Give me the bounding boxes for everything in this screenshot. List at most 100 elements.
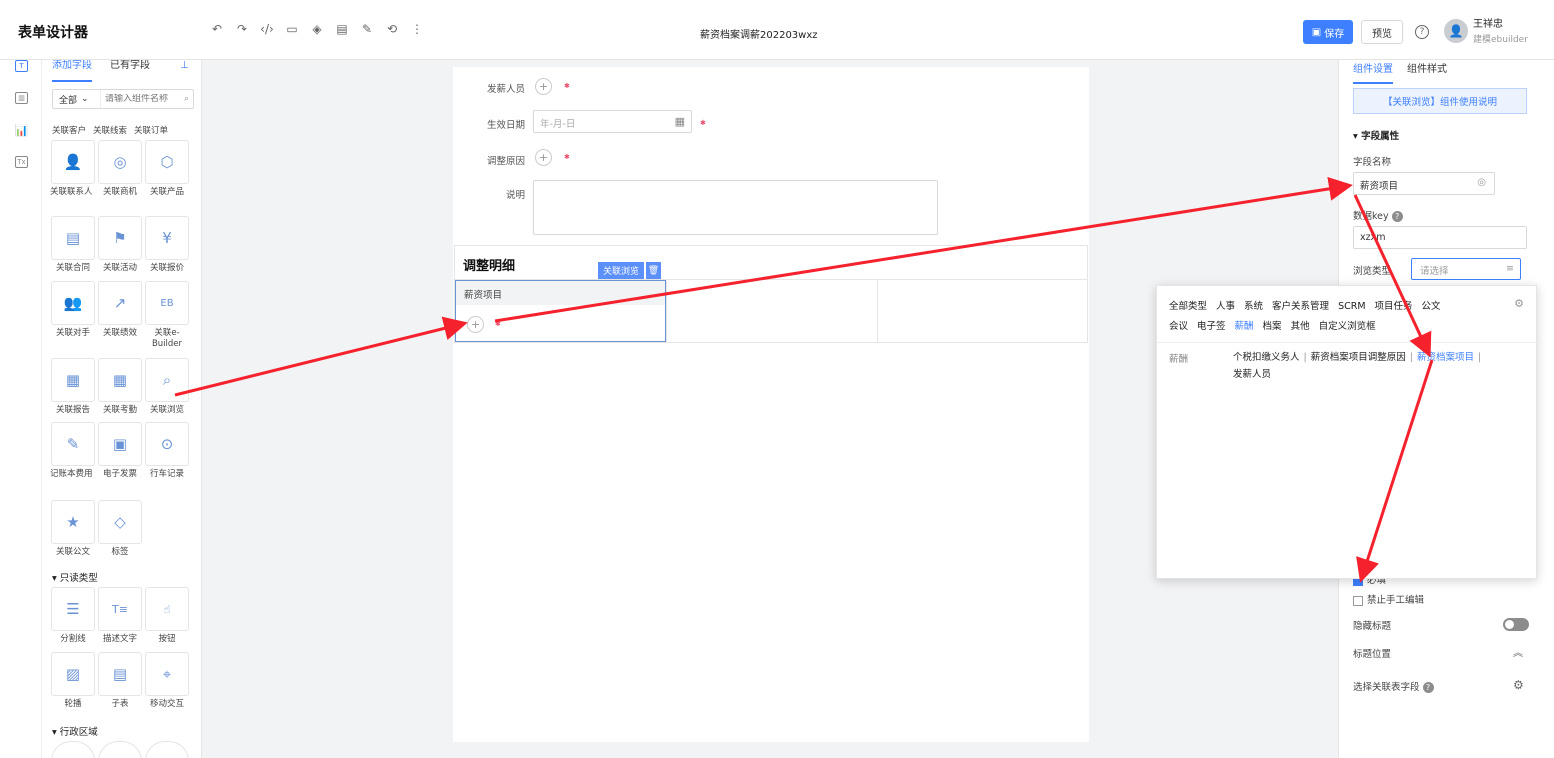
forbid-manual-checkbox[interactable]: [1353, 595, 1363, 606]
component-related-document[interactable]: ★ 关联公文: [50, 500, 96, 558]
component-related-report[interactable]: ▦ 关联报告: [50, 358, 96, 416]
data-key-input[interactable]: xzxm: [1353, 226, 1527, 249]
component-related-quote[interactable]: ¥ 关联报价: [144, 216, 190, 274]
date-input[interactable]: 年-月-日 ▦: [533, 110, 692, 133]
option-item[interactable]: 发薪人员: [1233, 369, 1271, 380]
component-einvoice[interactable]: ▣ 电子发票: [97, 422, 143, 480]
usage-guide-link[interactable]: 【关联浏览】组件使用说明: [1353, 88, 1527, 114]
component-type-tag[interactable]: 关联浏览: [598, 262, 645, 279]
category-project[interactable]: 项目任务: [1375, 297, 1413, 317]
search-icon[interactable]: ⌕: [184, 94, 193, 104]
redo-icon[interactable]: ↷: [235, 22, 249, 36]
category-meeting[interactable]: 会议: [1169, 317, 1188, 337]
component-description[interactable]: T≡ 描述文字: [97, 587, 143, 645]
component-label[interactable]: 关联线索: [93, 124, 127, 136]
tab-existing-field[interactable]: 已有字段: [110, 60, 150, 82]
help-icon[interactable]: ?: [1422, 682, 1434, 693]
component-subtable[interactable]: ▤ 子表: [97, 652, 143, 710]
component-related-performance[interactable]: ↗ 关联绩效: [97, 281, 143, 339]
component-mobile-interaction[interactable]: ⌖ 移动交互: [144, 652, 190, 710]
category-scrm[interactable]: SCRM: [1338, 297, 1365, 317]
component-related-activity[interactable]: ⚑ 关联活动: [97, 216, 143, 274]
add-icon[interactable]: +: [535, 149, 552, 166]
gear-icon[interactable]: ⚙: [1513, 678, 1524, 692]
component-related-contact[interactable]: 👤 关联联系人: [50, 140, 96, 198]
section-readonly[interactable]: ▾ 只读类型: [52, 570, 98, 584]
region-icon[interactable]: [98, 741, 142, 758]
subtable-column-selected[interactable]: 薪资项目 + ✱: [455, 280, 666, 342]
layout-icon[interactable]: ▥: [15, 92, 28, 104]
data-icon[interactable]: ▤: [335, 22, 349, 36]
help-icon[interactable]: ?: [1391, 211, 1403, 222]
user-name[interactable]: 王祥忠: [1473, 19, 1503, 31]
category-document[interactable]: 公文: [1422, 297, 1441, 317]
category-other[interactable]: 其他: [1291, 317, 1310, 337]
undo-icon[interactable]: ↶: [210, 22, 224, 36]
help-icon[interactable]: ?: [1415, 25, 1429, 39]
option-item[interactable]: 个税扣缴义务人: [1233, 352, 1300, 363]
category-crm[interactable]: 客户关系管理: [1272, 297, 1329, 317]
hide-title-toggle[interactable]: [1503, 618, 1529, 631]
category-hr[interactable]: 人事: [1216, 297, 1235, 317]
template-icon[interactable]: ▭: [285, 22, 299, 36]
avatar[interactable]: 👤: [1444, 19, 1468, 43]
component-related-opportunity[interactable]: ◎ 关联商机: [97, 140, 143, 198]
pin-icon[interactable]: ⊥: [180, 60, 189, 71]
component-label: 关联产品: [149, 187, 184, 197]
component-related-product[interactable]: ⬡ 关联产品: [144, 140, 190, 198]
more-icon[interactable]: ⋮: [410, 22, 424, 36]
delete-icon[interactable]: 🗑: [646, 262, 662, 279]
subtable-column-header: 薪资项目: [456, 281, 665, 305]
component-tag[interactable]: ◇ 标签: [97, 500, 143, 558]
field-name-input[interactable]: 薪资项目 ◎: [1353, 172, 1495, 195]
history-icon[interactable]: ⟲: [385, 22, 399, 36]
component-search-input[interactable]: [101, 94, 184, 104]
component-label: 描述文字: [102, 634, 137, 644]
add-icon[interactable]: +: [535, 78, 552, 95]
section-field-properties[interactable]: ▾ 字段属性: [1353, 128, 1399, 142]
component-related-ebuilder[interactable]: EB 关联e-Builder: [144, 281, 190, 350]
edit-icon[interactable]: ✎: [360, 22, 374, 36]
component-related-browse[interactable]: ⌕ 关联浏览: [144, 358, 190, 416]
globe-icon[interactable]: ◎: [1477, 177, 1486, 188]
component-label[interactable]: 关联订单: [134, 124, 168, 136]
description-textarea[interactable]: [533, 180, 938, 235]
text-field-icon[interactable]: T: [15, 60, 28, 72]
add-icon[interactable]: +: [467, 316, 484, 333]
option-item-highlighted[interactable]: 薪资档案项目: [1417, 352, 1474, 363]
region-icon[interactable]: [51, 741, 95, 758]
type-select[interactable]: 全部 ⌄: [53, 90, 101, 108]
browse-type-select[interactable]: 请选择 ≡: [1411, 258, 1521, 280]
component-drive-record[interactable]: ⊙ 行车记录: [144, 422, 190, 480]
option-item[interactable]: 薪资档案项目调整原因: [1311, 352, 1406, 363]
chevron-up-icon[interactable]: ︽: [1513, 644, 1523, 659]
category-all[interactable]: 全部类型: [1169, 297, 1207, 317]
category-custom[interactable]: 自定义浏览框: [1319, 317, 1376, 337]
forbid-manual-row[interactable]: 禁止手工编辑: [1353, 592, 1424, 606]
subtable-column[interactable]: [666, 280, 878, 342]
component-label[interactable]: 关联客户: [52, 124, 86, 136]
section-admin[interactable]: ▾ 行政区域: [52, 724, 98, 738]
component-related-contract[interactable]: ▤ 关联合同: [50, 216, 96, 274]
chart-icon[interactable]: 📊: [15, 124, 29, 137]
preview-button[interactable]: 预览: [1361, 20, 1403, 44]
category-esign[interactable]: 电子签: [1197, 317, 1226, 337]
tab-add-field[interactable]: 添加字段: [52, 60, 92, 82]
component-carousel[interactable]: ▨ 轮播: [50, 652, 96, 710]
tab-component-style[interactable]: 组件样式: [1407, 60, 1447, 84]
text-box-icon[interactable]: Tx: [15, 156, 28, 168]
category-salary[interactable]: 薪酬: [1235, 317, 1254, 337]
component-related-competitor[interactable]: 👥 关联对手: [50, 281, 96, 339]
save-button[interactable]: ▣ 保存: [1303, 20, 1353, 44]
category-system[interactable]: 系统: [1244, 297, 1263, 317]
region-icon[interactable]: [145, 741, 189, 758]
component-related-attendance[interactable]: ▦ 关联考勤: [97, 358, 143, 416]
component-expense[interactable]: ✎ 记账本费用: [50, 422, 96, 480]
tab-component-settings[interactable]: 组件设置: [1353, 60, 1393, 84]
component-divider[interactable]: ☰ 分割线: [50, 587, 96, 645]
gear-icon[interactable]: ⚙: [1514, 297, 1524, 310]
category-archive[interactable]: 档案: [1263, 317, 1282, 337]
code-icon[interactable]: ‹/›: [260, 22, 274, 36]
theme-icon[interactable]: ◈: [310, 22, 324, 36]
component-button[interactable]: ☝ 按钮: [144, 587, 190, 645]
